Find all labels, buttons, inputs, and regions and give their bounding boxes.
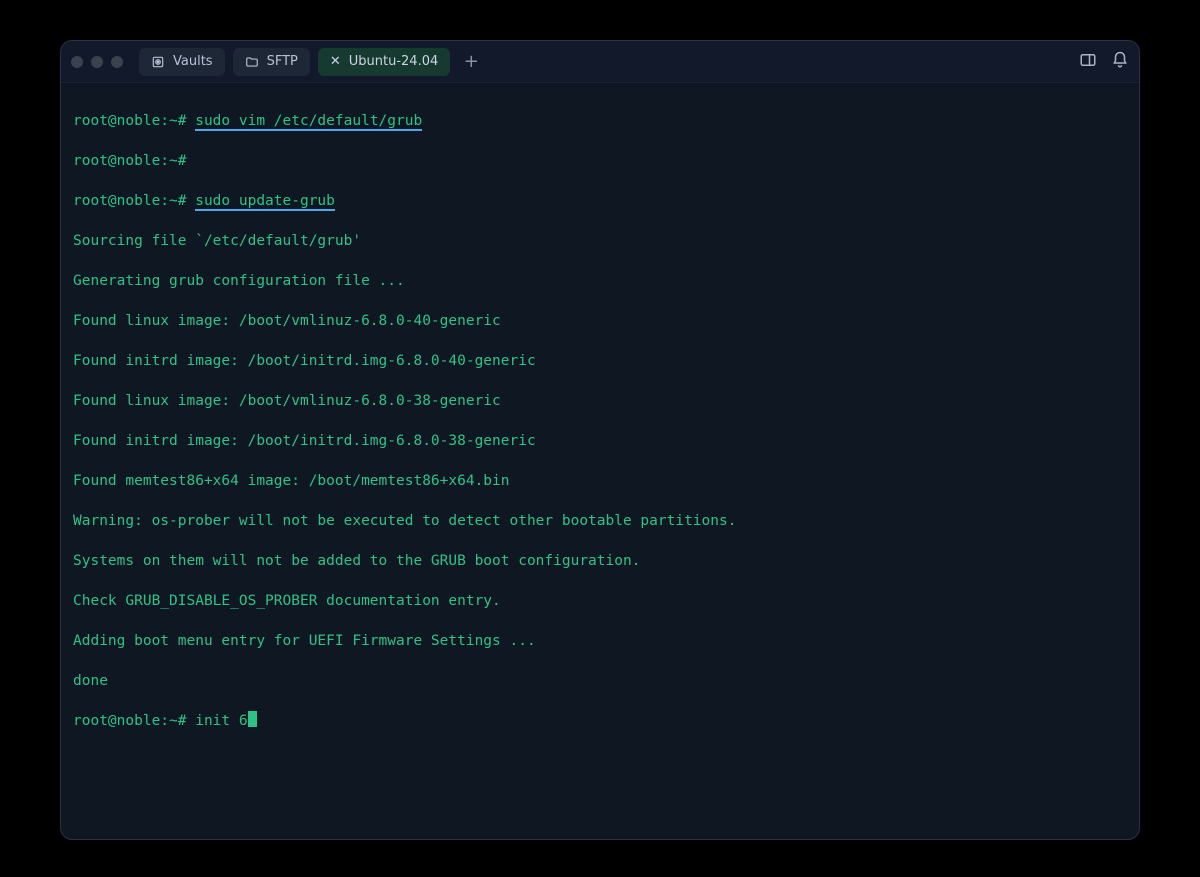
window-controls <box>71 56 123 68</box>
output-line: Found linux image: /boot/vmlinuz-6.8.0-4… <box>73 311 1127 331</box>
close-window-button[interactable] <box>71 56 83 68</box>
tab-sftp[interactable]: SFTP <box>233 48 310 76</box>
minimize-window-button[interactable] <box>91 56 103 68</box>
prompt: root@noble:~# <box>73 713 195 729</box>
bell-icon[interactable] <box>1111 51 1129 73</box>
tab-vaults[interactable]: Vaults <box>139 48 225 76</box>
titlebar: Vaults SFTP ✕ Ubuntu-24.04 + <box>61 41 1139 83</box>
output-line: Systems on them will not be added to the… <box>73 551 1127 571</box>
output-line: Generating grub configuration file ... <box>73 271 1127 291</box>
prompt: root@noble:~# <box>73 113 195 129</box>
tab-label: Ubuntu-24.04 <box>349 54 439 69</box>
output-line: Adding boot menu entry for UEFI Firmware… <box>73 631 1127 651</box>
cursor <box>248 711 257 727</box>
output-line: Sourcing file `/etc/default/grub' <box>73 231 1127 251</box>
close-tab-icon[interactable]: ✕ <box>330 55 341 68</box>
output-line: Warning: os-prober will not be executed … <box>73 511 1127 531</box>
output-line: Found linux image: /boot/vmlinuz-6.8.0-3… <box>73 391 1127 411</box>
terminal-window: Vaults SFTP ✕ Ubuntu-24.04 + <box>60 40 1140 840</box>
titlebar-right <box>1079 51 1129 73</box>
output-line: Found memtest86+x64 image: /boot/memtest… <box>73 471 1127 491</box>
tab-ubuntu[interactable]: ✕ Ubuntu-24.04 <box>318 48 450 76</box>
output-line: Check GRUB_DISABLE_OS_PROBER documentati… <box>73 591 1127 611</box>
command: sudo vim /etc/default/grub <box>195 113 422 131</box>
output-line: Found initrd image: /boot/initrd.img-6.8… <box>73 351 1127 371</box>
zoom-window-button[interactable] <box>111 56 123 68</box>
output-line: done <box>73 671 1127 691</box>
prompt: root@noble:~# <box>73 193 195 209</box>
command: init 6 <box>195 713 247 729</box>
prompt: root@noble:~# <box>73 151 1127 171</box>
tab-label: SFTP <box>267 54 298 69</box>
tab-label: Vaults <box>173 54 213 69</box>
new-tab-button[interactable]: + <box>458 49 484 75</box>
command: sudo update-grub <box>195 193 335 211</box>
panel-toggle-icon[interactable] <box>1079 51 1097 73</box>
output-line: Found initrd image: /boot/initrd.img-6.8… <box>73 431 1127 451</box>
terminal-output[interactable]: root@noble:~# sudo vim /etc/default/grub… <box>61 83 1139 839</box>
folder-icon <box>245 55 259 69</box>
vaults-icon <box>151 55 165 69</box>
